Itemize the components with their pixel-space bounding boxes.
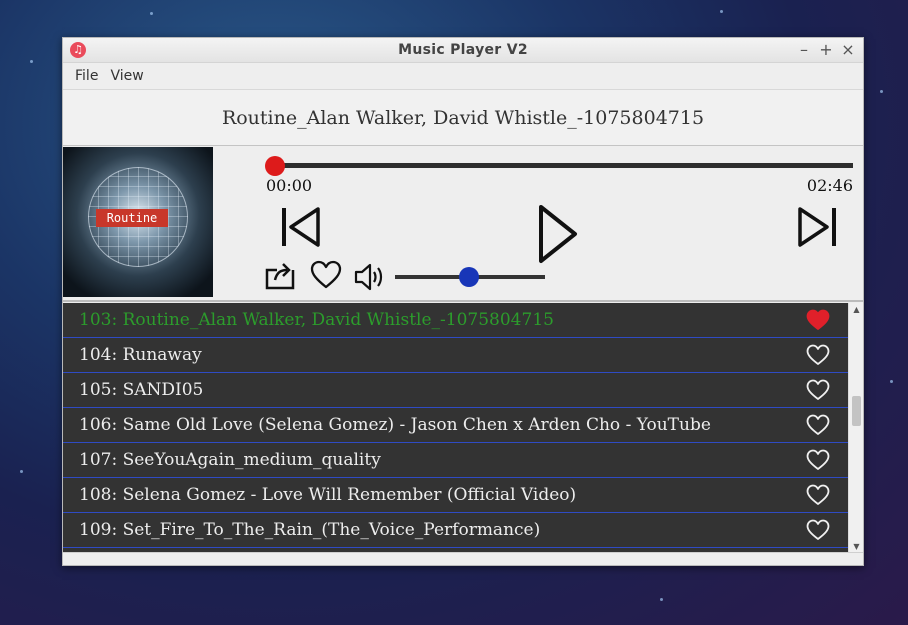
heart-icon[interactable] — [806, 449, 830, 471]
volume-icon[interactable] — [354, 262, 386, 292]
playlist-row[interactable]: 103: Routine_Alan Walker, David Whistle_… — [63, 303, 848, 338]
playlist-row[interactable]: 108: Selena Gomez - Love Will Remember (… — [63, 478, 848, 513]
playlist-row-label: 109: Set_Fire_To_The_Rain_(The_Voice_Per… — [79, 520, 541, 540]
playlist-row[interactable]: 104: Runaway — [63, 338, 848, 373]
playlist-row-label: 105: SANDI05 — [79, 380, 204, 400]
playlist-row[interactable]: 107: SeeYouAgain_medium_quality — [63, 443, 848, 478]
heart-icon[interactable] — [806, 309, 830, 331]
player-panel: Routine 00:00 02:46 — [63, 146, 863, 302]
scroll-up-icon[interactable]: ▲ — [849, 305, 863, 314]
title-bar[interactable]: ♫ Music Player V2 – + × — [63, 38, 863, 63]
next-track-icon[interactable] — [795, 205, 839, 249]
progress-knob[interactable] — [265, 156, 285, 176]
now-playing-title: Routine_Alan Walker, David Whistle_-1075… — [63, 89, 863, 146]
previous-track-icon[interactable] — [279, 205, 323, 249]
close-icon[interactable]: × — [841, 40, 855, 60]
window-title: Music Player V2 — [398, 42, 528, 58]
playlist-list: 103: Routine_Alan Walker, David Whistle_… — [63, 303, 848, 553]
current-time: 00:00 — [266, 176, 313, 195]
playlist-row-label: 104: Runaway — [79, 345, 202, 365]
music-player-window: ♫ Music Player V2 – + × File View Routin… — [62, 37, 864, 566]
status-strip — [63, 552, 863, 565]
playlist-scrollbar[interactable]: ▲ ▼ — [848, 303, 863, 553]
playlist-row-label: 107: SeeYouAgain_medium_quality — [79, 450, 381, 470]
playlist-row-label: 106: Same Old Love (Selena Gomez) - Jaso… — [79, 415, 711, 435]
heart-icon[interactable] — [806, 519, 830, 541]
playlist-row-label: 108: Selena Gomez - Love Will Remember (… — [79, 485, 577, 505]
menu-bar: File View — [63, 63, 863, 89]
minimize-icon[interactable]: – — [797, 40, 811, 60]
album-art: Routine — [63, 147, 213, 297]
menu-view[interactable]: View — [104, 68, 149, 84]
total-time: 02:46 — [806, 176, 853, 195]
heart-icon[interactable] — [806, 484, 830, 506]
play-icon[interactable] — [535, 203, 581, 265]
album-art-label: Routine — [96, 209, 168, 227]
heart-icon[interactable] — [806, 344, 830, 366]
menu-file[interactable]: File — [69, 68, 104, 84]
playlist-row-label: 103: Routine_Alan Walker, David Whistle_… — [79, 310, 554, 330]
scroll-down-icon[interactable]: ▼ — [849, 542, 863, 551]
heart-icon[interactable] — [806, 414, 830, 436]
volume-slider-knob[interactable] — [459, 267, 479, 287]
heart-icon[interactable] — [806, 379, 830, 401]
scrollbar-thumb[interactable] — [852, 396, 861, 426]
playlist-row[interactable]: 109: Set_Fire_To_The_Rain_(The_Voice_Per… — [63, 513, 848, 548]
repeat-icon[interactable] — [264, 261, 296, 291]
playlist: 103: Routine_Alan Walker, David Whistle_… — [63, 303, 863, 553]
playlist-row[interactable]: 106: Same Old Love (Selena Gomez) - Jaso… — [63, 408, 848, 443]
progress-track[interactable] — [273, 163, 853, 168]
playlist-row[interactable]: 105: SANDI05 — [63, 373, 848, 408]
favorite-heart-icon[interactable] — [310, 260, 342, 290]
maximize-icon[interactable]: + — [819, 40, 833, 60]
